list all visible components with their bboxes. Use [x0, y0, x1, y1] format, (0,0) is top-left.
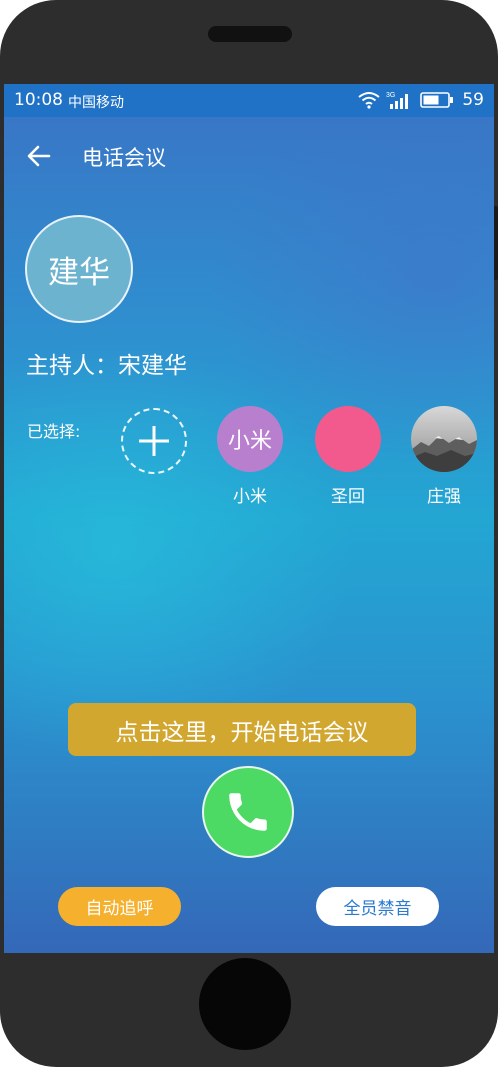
participant-avatar	[315, 406, 381, 472]
phone-frame: 10:08 中国移动 3G 59 电话会议 建华 主持人：宋建华 已选择: 小米…	[0, 0, 498, 1067]
host-avatar: 建华	[25, 215, 133, 323]
status-indicators: 3G 59	[358, 90, 484, 110]
host-avatar-text: 建华	[48, 254, 110, 291]
battery-level: 59	[462, 90, 484, 110]
call-button[interactable]	[202, 766, 294, 858]
status-bar: 10:08 中国移动 3G 59	[4, 84, 494, 117]
home-button[interactable]	[199, 958, 291, 1050]
selected-label: 已选择:	[27, 422, 81, 441]
page-title: 电话会议	[82, 146, 166, 170]
status-time: 10:08	[14, 90, 63, 110]
participant-item[interactable]: 小米 小米	[217, 406, 283, 507]
auto-redial-button[interactable]: 自动追呼	[58, 887, 181, 926]
app-header: 电话会议	[4, 117, 494, 193]
participant-item[interactable]: 庄强	[411, 406, 477, 507]
mute-all-label: 全员禁音	[343, 899, 412, 919]
participant-avatar-photo	[411, 406, 477, 472]
mountain-photo	[411, 406, 477, 472]
participant-avatar: 小米	[217, 406, 283, 472]
battery-icon	[420, 92, 454, 108]
arrow-left-icon	[27, 145, 51, 167]
screen: 10:08 中国移动 3G 59 电话会议 建华 主持人：宋建华 已选择: 小米…	[4, 84, 494, 953]
participant-name: 庄强	[427, 487, 461, 507]
add-participant-button[interactable]	[121, 408, 187, 474]
plus-icon	[139, 426, 169, 456]
participant-name: 小米	[233, 487, 267, 507]
earpiece-speaker	[208, 26, 292, 42]
start-conference-prompt[interactable]: 点击这里，开始电话会议	[68, 703, 416, 756]
participant-avatar-text: 小米	[227, 429, 272, 454]
wifi-icon	[358, 92, 380, 109]
participant-name: 圣回	[331, 487, 365, 507]
participant-item[interactable]: 圣回	[315, 406, 381, 507]
auto-redial-label: 自动追呼	[85, 899, 154, 919]
status-carrier: 中国移动	[68, 95, 124, 111]
back-button[interactable]	[24, 141, 54, 171]
signal-3g-icon: 3G	[386, 92, 409, 109]
network-label: 3G	[386, 92, 395, 99]
mute-all-button[interactable]: 全员禁音	[316, 887, 439, 926]
phone-icon	[229, 793, 267, 831]
start-conference-prompt-text: 点击这里，开始电话会议	[115, 719, 369, 746]
host-label: 主持人：宋建华	[26, 353, 187, 379]
